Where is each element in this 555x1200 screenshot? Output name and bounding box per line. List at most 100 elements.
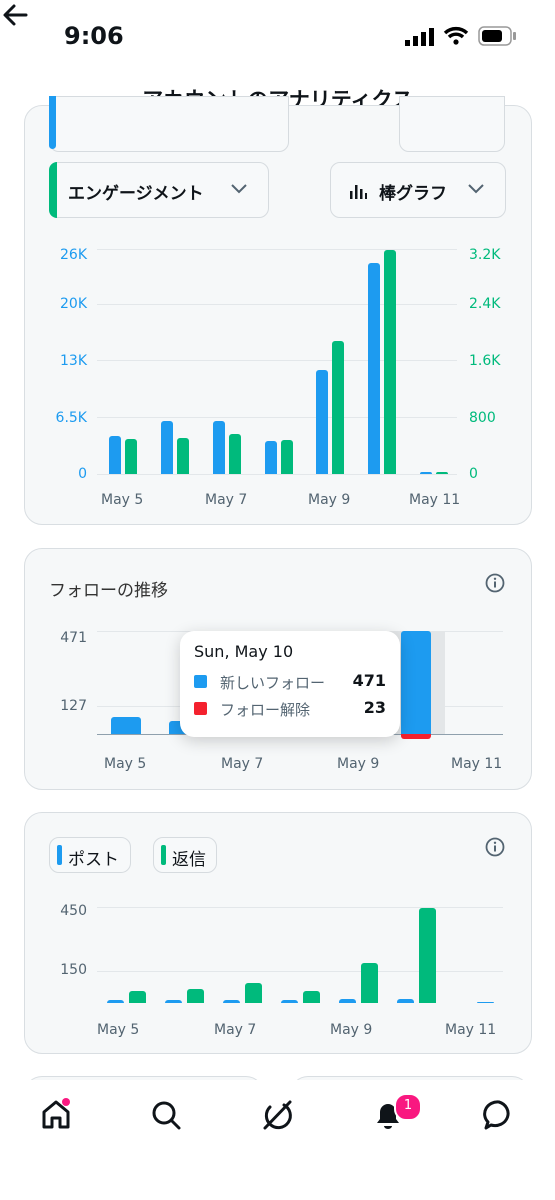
bar-engagement[interactable] [229, 434, 241, 474]
gridline [97, 360, 457, 361]
bar-replies[interactable] [419, 908, 436, 1003]
tooltip-unfollow-value: 23 [363, 698, 386, 717]
gridline [97, 971, 503, 972]
x-label: May 7 [221, 756, 264, 772]
home-icon[interactable] [39, 1098, 73, 1132]
bar-engagement[interactable] [436, 472, 448, 474]
x-label: May 11 [445, 1022, 497, 1038]
bar-unfollows[interactable] [401, 734, 431, 739]
chart-type-selector[interactable]: 棒グラフ [330, 162, 506, 218]
x-label: May 5 [101, 492, 144, 508]
bar-engagement[interactable] [125, 439, 137, 474]
search-icon[interactable] [149, 1098, 183, 1132]
metric-label: エンゲージメント [68, 184, 204, 204]
left-tick: 13K [60, 353, 87, 369]
chart-type-partial[interactable] [399, 96, 505, 152]
battery-icon [478, 26, 516, 46]
bar-engagement[interactable] [384, 250, 396, 474]
x-label: May 9 [330, 1022, 373, 1038]
grok-icon[interactable] [260, 1098, 294, 1132]
right-tick: 800 [469, 410, 496, 426]
left-tick: 20K [60, 296, 87, 312]
bar-posts[interactable] [339, 999, 356, 1003]
bar-posts[interactable] [397, 999, 414, 1003]
y-tick: 127 [60, 698, 87, 714]
x-label: May 5 [97, 1022, 140, 1038]
legend-replies-label: 返信 [172, 850, 206, 870]
metric-selector-partial[interactable] [49, 96, 289, 152]
back-arrow-icon[interactable] [0, 0, 30, 30]
right-tick: 0 [469, 466, 478, 482]
y-tick: 471 [60, 630, 87, 646]
status-time: 9:06 [64, 22, 124, 50]
metric-accent-bar [49, 162, 57, 218]
legend-replies-chip[interactable]: 返信 [153, 837, 217, 873]
chevron-down-icon [231, 184, 247, 194]
x-label: May 7 [214, 1022, 257, 1038]
notification-count: 1 [403, 1098, 413, 1113]
bar-posts[interactable] [223, 1000, 240, 1003]
bar-replies[interactable] [129, 991, 146, 1003]
bar-impressions[interactable] [316, 370, 328, 474]
bar-impressions[interactable] [213, 421, 225, 474]
wifi-icon [443, 26, 469, 45]
posts-card: ポスト 返信 450 150 May 5 May 7 May 9 May 11 [24, 812, 532, 1054]
bar-impressions[interactable] [420, 472, 432, 474]
y-tick: 150 [60, 962, 87, 978]
y-tick: 450 [60, 903, 87, 919]
x-label: May 11 [409, 492, 461, 508]
metric-selector[interactable]: エンゲージメント [49, 162, 269, 218]
bar-impressions[interactable] [368, 263, 380, 474]
gridline [97, 474, 457, 475]
chevron-down-icon [468, 184, 484, 194]
metric-accent-bar-partial [49, 96, 56, 149]
legend-swatch-blue [57, 845, 62, 865]
tooltip-new-label: 新しいフォロー [220, 674, 326, 692]
bar-engagement[interactable] [281, 440, 293, 474]
bar-posts[interactable] [107, 1000, 124, 1003]
engagement-card: エンゲージメント 棒グラフ 26K 20K 13K 6.5K 0 3.2K 2.… [24, 96, 532, 525]
info-icon[interactable] [485, 573, 505, 593]
bar-replies[interactable] [303, 991, 320, 1003]
gridline [97, 417, 457, 418]
chart-type-label: 棒グラフ [379, 184, 447, 204]
bar-replies[interactable] [245, 983, 262, 1003]
gridline [97, 249, 457, 250]
bar-posts[interactable] [165, 1000, 182, 1003]
bar-chart-icon [350, 185, 367, 199]
tooltip-new-value: 471 [352, 671, 386, 690]
bar-posts[interactable] [477, 1002, 494, 1003]
bar-impressions[interactable] [265, 441, 277, 474]
card-title: フォローの推移 [49, 581, 168, 601]
bar-new-follows[interactable] [111, 717, 141, 734]
x-label: May 7 [205, 492, 248, 508]
bar-impressions[interactable] [109, 436, 121, 474]
legend-swatch-blue [194, 675, 207, 688]
bar-new-follows[interactable] [401, 631, 431, 734]
tooltip-unfollow-label: フォロー解除 [220, 701, 311, 719]
legend-swatch-green [161, 845, 166, 865]
left-tick: 6.5K [55, 410, 87, 426]
tooltip-date: Sun, May 10 [194, 642, 294, 661]
left-tick: 0 [78, 466, 87, 482]
bar-engagement[interactable] [332, 341, 344, 474]
bar-replies[interactable] [187, 989, 204, 1003]
bar-posts[interactable] [281, 1000, 298, 1003]
legend-posts-label: ポスト [68, 850, 119, 870]
bar-replies[interactable] [361, 963, 378, 1003]
signal-icon [405, 28, 434, 46]
chart-tooltip: Sun, May 10 新しいフォロー 471 フォロー解除 23 [180, 631, 400, 737]
gridline [97, 907, 503, 908]
x-label: May 9 [337, 756, 380, 772]
x-label: May 9 [308, 492, 351, 508]
left-tick: 26K [60, 247, 87, 263]
gridline [97, 304, 457, 305]
x-label: May 5 [104, 756, 147, 772]
info-icon[interactable] [485, 837, 505, 857]
legend-swatch-red [194, 702, 207, 715]
bar-impressions[interactable] [161, 421, 173, 474]
right-tick: 3.2K [469, 247, 501, 263]
legend-posts-chip[interactable]: ポスト [49, 837, 131, 873]
messages-icon[interactable] [482, 1098, 516, 1132]
bar-engagement[interactable] [177, 438, 189, 474]
